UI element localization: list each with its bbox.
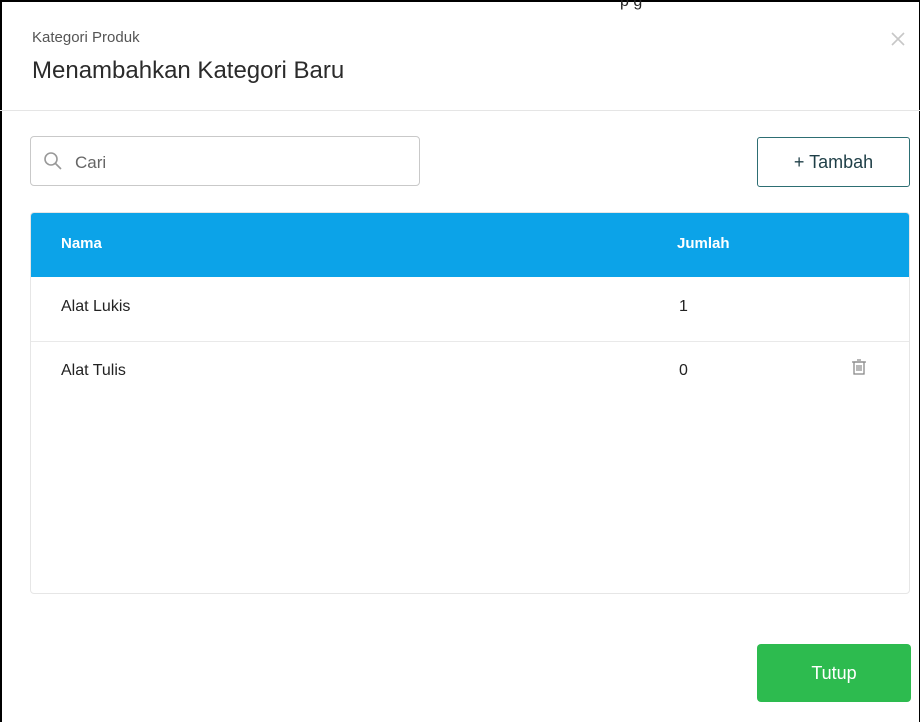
category-name: Alat Lukis (61, 298, 131, 315)
add-category-button[interactable]: + Tambah (757, 137, 910, 187)
trash-icon[interactable] (851, 358, 867, 376)
table-row[interactable]: Alat Lukis 1 (31, 277, 909, 342)
close-button[interactable]: Tutup (757, 644, 911, 702)
search-icon (44, 152, 62, 170)
category-count: 0 (679, 362, 688, 379)
category-name: Alat Tulis (61, 362, 126, 379)
table-row[interactable]: Alat Tulis 0 (31, 341, 909, 405)
table-header: Nama Jumlah (31, 213, 909, 277)
modal-subtitle: Kategori Produk (32, 29, 140, 46)
modal-header: Kategori Produk Menambahkan Kategori Bar… (0, 0, 920, 111)
search-input[interactable] (73, 147, 407, 179)
modal-title: Menambahkan Kategori Baru (32, 57, 345, 84)
close-icon[interactable] (886, 27, 910, 51)
column-header-count: Jumlah (677, 235, 730, 252)
category-table: Nama Jumlah Alat Lukis 1 Alat Tulis 0 (30, 212, 910, 594)
column-header-name: Nama (61, 235, 102, 252)
category-count: 1 (679, 298, 688, 315)
search-box[interactable] (30, 136, 420, 186)
